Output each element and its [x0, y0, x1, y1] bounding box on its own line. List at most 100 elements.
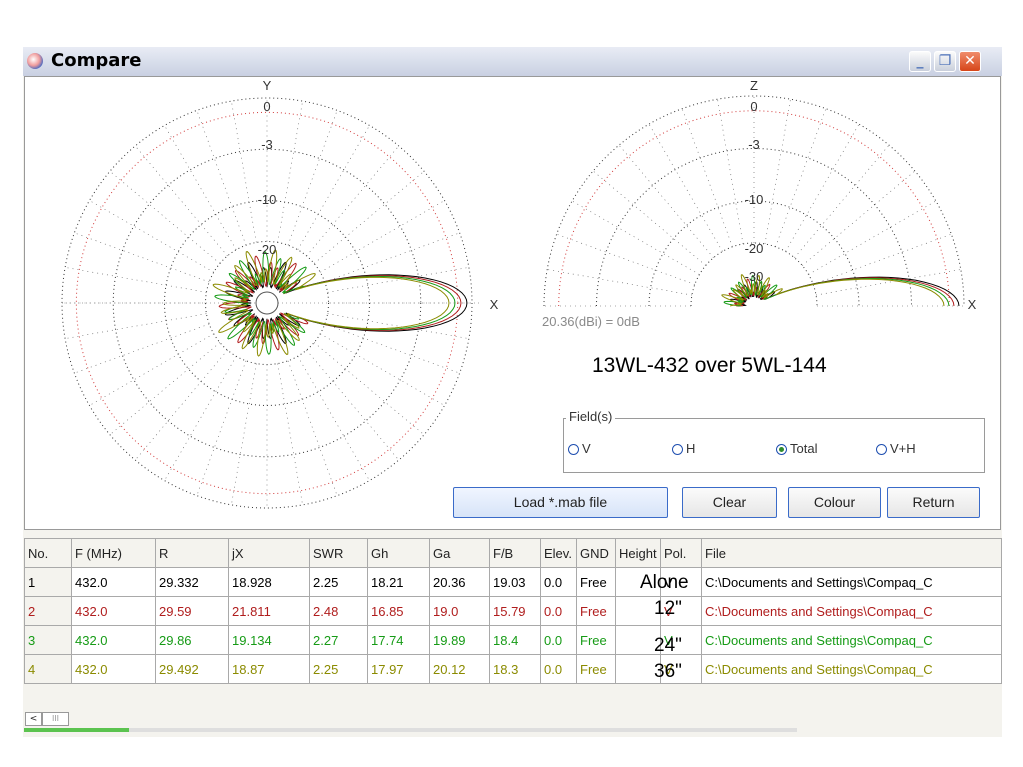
table-cell: 29.492 [155, 654, 229, 684]
table-cell: Free [576, 596, 616, 626]
table-cell: 20.12 [429, 654, 490, 684]
load-mab-button[interactable]: Load *.mab file [453, 487, 668, 518]
grid-spoke [764, 99, 791, 245]
table-cell: 18.21 [367, 567, 430, 597]
table-cell: Free [576, 625, 616, 655]
table-cell: 17.74 [367, 625, 430, 655]
height-annotation: 24" [654, 635, 682, 656]
grid-spoke [808, 200, 937, 275]
grid-spoke [89, 200, 214, 273]
radio-v[interactable]: V [568, 441, 591, 456]
radio-dot-icon [876, 444, 887, 456]
col-header-pol[interactable]: Pol. [660, 538, 702, 568]
height-annotation: 12" [654, 598, 682, 619]
table-cell: 15.79 [489, 596, 541, 626]
col-header-elev[interactable]: Elev. [540, 538, 577, 568]
table-cell: 0.0 [540, 596, 577, 626]
height-annotation: Alone [640, 572, 689, 593]
table-row[interactable]: 1 432.0 29.332 18.928 2.25 18.21 20.36 19.03 0.0… [24, 567, 1002, 597]
grid-spoke [277, 101, 303, 243]
radio-total[interactable]: Total [776, 441, 817, 456]
grid-spoke [65, 313, 207, 339]
table-cell: 2.25 [309, 567, 368, 597]
grid-spoke [717, 99, 744, 245]
grid-spoke [196, 360, 247, 496]
grid-spoke [297, 125, 370, 250]
table-cell: 29.59 [155, 596, 229, 626]
grid-spoke [327, 313, 469, 339]
table-cell: 19.03 [489, 567, 541, 597]
table-row[interactable]: 2 432.0 29.59 21.811 2.48 16.85 19.0 15.79 0.0 Fr… [24, 596, 1002, 626]
table-cell: C:\Documents and Settings\Compaq_C [701, 567, 1002, 597]
radio-h[interactable]: H [672, 441, 695, 456]
grid-spoke [556, 233, 695, 285]
grid-spoke [681, 108, 733, 247]
horizontal-scrollbar[interactable] [24, 710, 1002, 726]
grid-spoke [74, 232, 210, 283]
table-cell: 2 [24, 596, 72, 626]
axis-label: Z [750, 78, 758, 93]
grid-spoke [65, 267, 207, 293]
ring-label: 0 [263, 99, 270, 114]
table-cell: 2.48 [309, 596, 368, 626]
table-cell: 432.0 [71, 625, 156, 655]
height-annotation: 36" [654, 661, 682, 682]
table-cell: 29.332 [155, 567, 229, 597]
ring-label: -3 [261, 137, 273, 152]
table-row[interactable]: 4 432.0 29.492 18.87 2.25 17.97 20.12 18.3 0.0 Fr… [24, 654, 1002, 684]
table-cell: Free [576, 567, 616, 597]
table-cell: C:\Documents and Settings\Compaq_C [701, 625, 1002, 655]
gain-reference: 20.36(dBi) = 0dB [542, 314, 640, 329]
grid-spoke [802, 170, 916, 266]
radio-v-plus-h[interactable]: V+H [876, 441, 916, 456]
table-cell: C:\Documents and Settings\Compaq_C [701, 596, 1002, 626]
fields-legend: Field(s) [566, 409, 616, 424]
grid-spoke [547, 269, 693, 296]
col-header-frequency[interactable]: F (MHz) [71, 538, 156, 568]
col-header-gh[interactable]: Gh [367, 538, 430, 568]
col-header-file[interactable]: File [701, 538, 1002, 568]
ring-label: -30 [745, 269, 764, 284]
table-cell: 432.0 [71, 567, 156, 597]
center-marker [255, 291, 279, 315]
grid-spoke [648, 123, 723, 252]
col-header-jx[interactable]: jX [228, 538, 310, 568]
col-header-ga[interactable]: Ga [429, 538, 490, 568]
ring-label: 0 [750, 99, 757, 114]
axis-label: X [968, 297, 977, 312]
axis-label: Y [263, 78, 272, 93]
col-header-gnd[interactable]: GND [576, 538, 616, 568]
grid-spoke [571, 200, 700, 275]
grid-spoke [320, 333, 445, 406]
table-cell: 18.87 [228, 654, 310, 684]
table-cell: 19.89 [429, 625, 490, 655]
table-cell: 19.0 [429, 596, 490, 626]
table-cell: C:\Documents and Settings\Compaq_C [701, 654, 1002, 684]
scroll-left-arrow-icon[interactable]: < [25, 712, 42, 726]
table-cell: 2.27 [309, 625, 368, 655]
clear-button[interactable]: Clear [682, 487, 777, 518]
col-header-r[interactable]: R [155, 538, 229, 568]
ring-label: -20 [745, 241, 764, 256]
table-row[interactable]: 3 432.0 29.86 19.134 2.27 17.74 19.89 18.4 0.0 Fr… [24, 625, 1002, 655]
table-cell: 4 [24, 654, 72, 684]
col-header-no[interactable]: No. [24, 538, 72, 568]
col-header-height[interactable]: Height [615, 538, 661, 568]
grid-spoke [327, 267, 469, 293]
return-button[interactable]: Return [887, 487, 980, 518]
grid-spoke [618, 144, 714, 258]
grid-spoke [164, 356, 237, 481]
grid-spoke [775, 108, 827, 247]
col-header-fb[interactable]: F/B [489, 538, 541, 568]
table-cell: 17.97 [367, 654, 430, 684]
grid-spoke [297, 356, 370, 481]
scroll-thumb[interactable]: III [42, 712, 69, 726]
col-header-swr[interactable]: SWR [309, 538, 368, 568]
ring-label: -20 [258, 242, 277, 257]
fields-group [563, 418, 985, 473]
compare-title: 13WL-432 over 5WL-144 [592, 354, 827, 377]
table-cell: 432.0 [71, 654, 156, 684]
radio-dot-icon [568, 444, 579, 456]
table-cell: Free [576, 654, 616, 684]
colour-button[interactable]: Colour [788, 487, 881, 518]
